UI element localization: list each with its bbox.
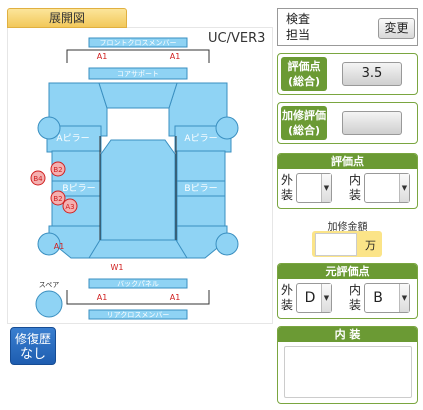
- damage-a3[interactable]: A3: [65, 203, 74, 211]
- roof-panel[interactable]: [100, 139, 176, 255]
- repair-amount-input[interactable]: [315, 233, 357, 256]
- overall-score-label-line1: 評価点: [287, 60, 321, 73]
- chevron-down-icon: ▼: [321, 284, 331, 312]
- inspector-change-button[interactable]: 変更: [378, 18, 415, 39]
- back-panel-label: バックパネル: [117, 280, 159, 288]
- original-interior-value: B: [373, 290, 383, 306]
- repair-history-value: なし: [19, 347, 46, 362]
- door-rear-right[interactable]: [176, 195, 226, 227]
- repair-amount-box: 加修金額 万: [277, 213, 418, 259]
- original-exterior-value: D: [304, 290, 316, 306]
- repair-score-box: 加修評価 (総合): [277, 102, 418, 144]
- interior-notes-textarea[interactable]: [284, 346, 412, 398]
- overall-score-box: 評価点 (総合) 3.5: [277, 53, 418, 95]
- chevron-down-icon: ▼: [321, 174, 331, 202]
- damage-a1-side[interactable]: A1: [54, 242, 65, 251]
- overall-score-label-line2: (総合): [287, 75, 321, 88]
- wheel-rear-right[interactable]: [215, 232, 239, 256]
- front-cross-member-label: フロントクロスメンバー: [100, 39, 177, 47]
- spare-tire[interactable]: [35, 290, 63, 318]
- car-diagram[interactable]: フロントクロスメンバー コアサポート Aピラー Aピラー Bピラー Bピラー バ…: [7, 28, 273, 325]
- eval-exterior-label: 外装: [280, 173, 293, 202]
- original-exterior-label: 外装: [280, 283, 293, 312]
- repair-history-label: 修復歴: [14, 332, 51, 346]
- damage-a1-rear-right[interactable]: A1: [170, 293, 181, 302]
- trunk-panel[interactable]: [88, 239, 188, 259]
- inspector-label-line1: 検査: [285, 12, 310, 26]
- b-pillar-left-label: Bピラー: [62, 183, 95, 194]
- original-interior-select[interactable]: B ▼: [364, 283, 410, 313]
- repair-score-value[interactable]: [342, 111, 402, 135]
- overall-score-label: 評価点 (総合): [281, 57, 327, 91]
- damage-a1-rear-left[interactable]: A1: [97, 293, 108, 302]
- wheel-front-right[interactable]: [215, 116, 239, 140]
- interior-notes-header: 内 装: [278, 327, 417, 342]
- repair-amount-unit: 万: [365, 239, 376, 252]
- original-interior-label: 内装: [348, 283, 361, 312]
- original-exterior-select[interactable]: D ▼: [296, 283, 332, 313]
- b-pillar-right-label: Bピラー: [184, 183, 217, 194]
- spare-label: スペア: [39, 281, 60, 289]
- door-front-right[interactable]: [176, 150, 226, 182]
- interior-notes-section: 内 装: [277, 326, 418, 404]
- damage-b2-lower[interactable]: B2: [53, 195, 62, 203]
- repair-score-label-line1: 加修評価: [282, 109, 326, 122]
- hood-panel[interactable]: [98, 82, 178, 109]
- core-support-label: コアサポート: [117, 70, 159, 78]
- rear-cross-member-label: リアクロスメンバー: [107, 311, 170, 319]
- inspector-label-line2: 担当: [285, 28, 310, 42]
- damage-b4[interactable]: B4: [33, 175, 43, 183]
- eval-points-section: 評価点 外装 ▼ 内装 ▼: [277, 153, 418, 209]
- damage-a1-front-left[interactable]: A1: [97, 52, 108, 61]
- damage-w1[interactable]: W1: [111, 263, 124, 272]
- repair-score-label-line2: (総合): [287, 124, 321, 137]
- original-points-section: 元評価点 外装 D ▼ 内装 B ▼: [277, 263, 418, 319]
- eval-exterior-select[interactable]: ▼: [296, 173, 332, 203]
- chevron-down-icon: ▼: [399, 284, 409, 312]
- eval-interior-select[interactable]: ▼: [364, 173, 410, 203]
- damage-a1-front-right[interactable]: A1: [170, 52, 181, 61]
- a-pillar-right-label: Aピラー: [184, 133, 217, 144]
- a-pillar-left-label: Aピラー: [56, 133, 89, 144]
- original-points-header: 元評価点: [278, 264, 417, 279]
- eval-interior-label: 内装: [348, 173, 361, 202]
- eval-points-header: 評価点: [278, 154, 417, 169]
- inspector-label: 検査 担当: [278, 9, 318, 45]
- inspector-box: 検査 担当 変更: [277, 8, 418, 46]
- damage-b2-upper[interactable]: B2: [53, 166, 62, 174]
- diagram-tab-title: 展開図: [7, 8, 127, 28]
- chevron-down-icon: ▼: [399, 174, 409, 202]
- repair-history-button[interactable]: 修復歴 なし: [10, 327, 56, 365]
- repair-score-label: 加修評価 (総合): [281, 106, 327, 140]
- overall-score-value[interactable]: 3.5: [342, 62, 402, 86]
